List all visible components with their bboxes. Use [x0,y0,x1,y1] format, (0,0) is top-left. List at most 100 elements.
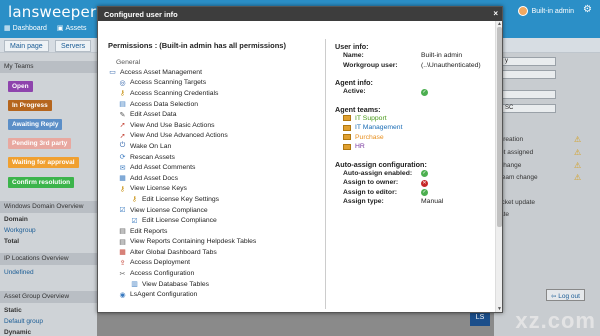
permission-item: ✎ Edit Asset Data [108,109,320,120]
agent-icon: ◉ [119,291,126,299]
team-it-management: IT Management [335,123,495,133]
nav-dashboard-label: Dashboard [12,24,47,32]
agent-info-title: Agent info: [335,78,373,87]
asset-group-static: Static [4,307,22,314]
dashboard-icon: ▦ [119,249,126,257]
permission-item: ◉ LsAgent Configuration [108,289,320,300]
nav-assets[interactable]: ▣ Assets [56,24,87,33]
team-label: Purchase [355,133,384,141]
team-label: HR [355,143,365,151]
compliance-icon: ☑ [131,217,138,225]
permission-label: Alter Global Dashboard Tabs [130,248,217,256]
assets-icon: ▣ [56,25,64,32]
dialog-scrollbar[interactable]: ▲ ▼ [495,21,502,312]
asset-group-default-link[interactable]: Default group [4,318,43,325]
database-icon: ▤ [119,101,126,109]
team-purchase: Purchase [335,133,495,143]
right-select-1[interactable]: y [502,57,556,66]
key-icon: ⚷ [119,90,126,98]
permission-label: Edit License Key Settings [142,195,220,203]
cross-icon: ✕ [421,179,428,187]
permission-item: ✂ Access Configuration [108,268,320,279]
column-divider [325,39,326,309]
permission-item: ⇪ Access Deployment [108,258,320,269]
warning-icon: ⚠ [574,161,582,170]
left-column: My Teams Open In Progress Awaiting Reply… [0,53,97,336]
key-icon: ⚷ [119,185,126,193]
asset-group-dynamic: Dynamic [4,329,32,336]
team-label: IT Management [355,124,403,132]
right-text-1: creation [500,136,524,143]
auto-assign-title: Auto-assign configuration: [335,159,427,169]
nav-dashboard[interactable]: ▦ Dashboard [4,24,47,33]
workgroup-label: Workgroup user: [343,61,398,69]
status-open[interactable]: Open [8,81,33,92]
permission-item: ☑ Edit License Compliance [108,215,320,226]
right-text-4: team change [500,174,538,181]
action-icon: ➚ [119,132,126,140]
permission-label: Access Scanning Credentials [130,89,219,97]
workgroup-value: (..\Unauthenticated) [421,61,481,69]
assign-editor-label: Assign to editor: [343,188,397,196]
assign-type-label: Assign type: [343,198,384,206]
agent-teams-title: Agent teams: [335,104,381,114]
table-icon: ▥ [131,281,138,289]
close-icon[interactable]: × [493,9,498,18]
main-nav: ▦ Dashboard ▣ Assets [4,24,87,33]
watermark: xz.com [515,308,596,333]
status-confirm-resolution[interactable]: Confirm resolution [8,177,75,188]
assign-owner-label: Assign to owner: [343,179,399,187]
permission-label: Access Scanning Targets [130,79,207,87]
logout-button[interactable]: ⇦ Log out [546,289,585,301]
right-select-4[interactable]: SC [502,104,556,113]
permission-label: Access Deployment [130,259,191,267]
status-in-progress[interactable]: In Progress [8,100,52,111]
action-icon: ➚ [119,122,126,130]
permission-label: Add Asset Comments [130,164,196,172]
permission-item: ➚ View And Use Advanced Actions [108,131,320,142]
team-icon [343,143,351,150]
tab-servers[interactable]: Servers [55,40,92,52]
permission-item: ▥ View Database Tables [108,279,320,290]
permission-item: ➚ View And Use Basic Actions [108,120,320,131]
assign-owner-row: Assign to owner: ✕ [335,178,495,188]
monitor-icon: ▭ [109,69,116,77]
permission-label: View And Use Advanced Actions [130,132,228,140]
nav-assets-label: Assets [65,24,87,32]
configured-user-info-dialog: Configured user info × Permissions : (Bu… [97,6,503,313]
tab-main-page[interactable]: Main page [4,40,49,52]
user-menu[interactable]: Built-in admin [517,6,574,16]
permission-item: ▦ Add Asset Docs [108,173,320,184]
gear-icon[interactable]: ⚙ [583,4,592,15]
team-it-support: IT Support [335,114,495,124]
deploy-icon: ⇪ [119,259,126,267]
assign-type-row: Assign type: Manual [335,197,495,207]
permission-item: ⟳ Rescan Assets [108,152,320,163]
scrollbar-thumb[interactable] [497,27,502,227]
logout-label: Log out [558,293,580,300]
doc-icon: ▦ [119,175,126,183]
domain-workgroup-link[interactable]: Workgroup [4,227,36,234]
name-value: Built-in admin [421,52,463,60]
status-waiting-for-approval[interactable]: Waiting for approval [8,157,79,168]
right-select-2[interactable] [502,70,556,79]
permission-item: ▤ View Reports Containing Helpdesk Tables [108,237,320,248]
user-info-section: User info: Name: Built-in admin Workgrou… [335,41,495,207]
right-select-3[interactable] [502,90,556,99]
active-label: Active: [343,88,366,96]
warning-icon: ⚠ [574,148,582,157]
permission-label: View Reports Containing Helpdesk Tables [130,238,257,246]
right-column: y SC creation ⚠ et assigned ⚠ change ⚠ t… [494,53,600,336]
team-icon [343,134,351,141]
status-awaiting-reply[interactable]: Awaiting Reply [8,119,63,130]
permission-item: ✉ Add Asset Comments [108,162,320,173]
team-label: IT Support [355,114,387,122]
warning-icon: ⚠ [574,135,582,144]
status-pending-3rd-party[interactable]: Pending 3rd party [8,138,72,149]
scan-icon: ◎ [119,79,126,87]
ip-undefined-link[interactable]: Undefined [4,269,34,276]
permissions-title: Permissions : (Built-in admin has all pe… [108,41,286,50]
user-name-row: Name: Built-in admin [335,51,495,61]
permission-item: ▤ Access Data Selection [108,99,320,110]
scroll-down-icon[interactable]: ▼ [496,306,502,312]
